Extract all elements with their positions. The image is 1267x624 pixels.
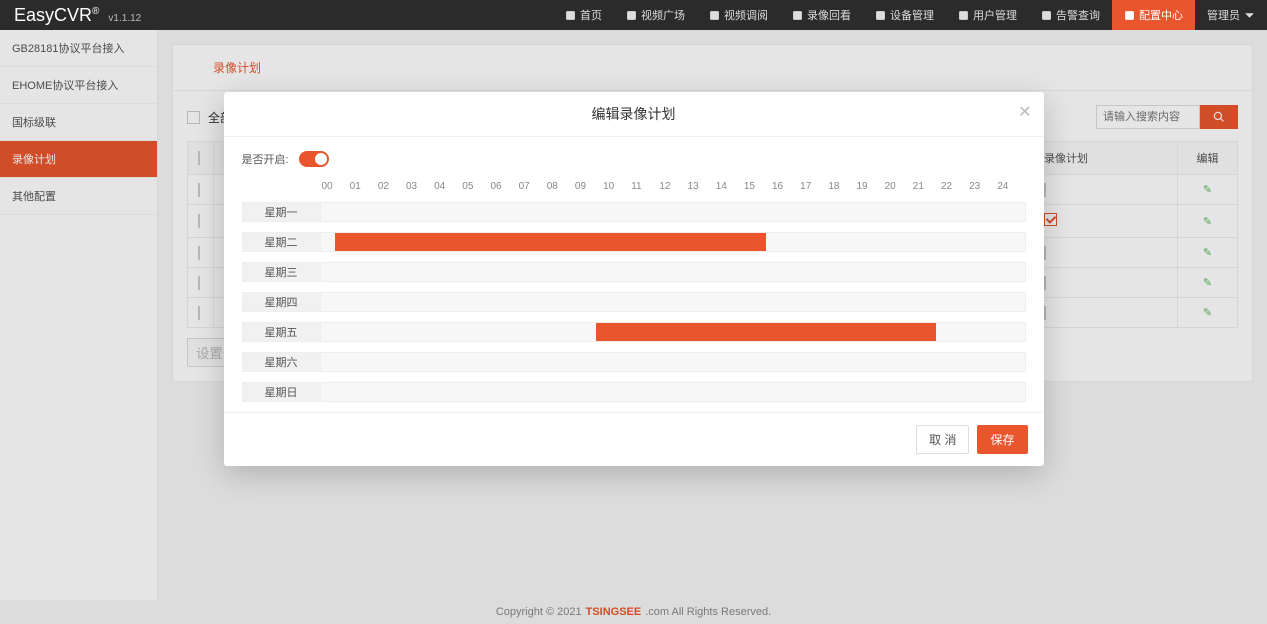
nav-item-label: 用户管理	[973, 7, 1017, 23]
day-row-4: 星期五	[242, 322, 1026, 342]
day-label: 星期四	[242, 292, 320, 312]
dashboard-icon	[565, 10, 576, 21]
modal-title: 编辑录像计划	[592, 106, 676, 122]
hour-tick: 00	[322, 181, 350, 192]
nav-item-label: 配置中心	[1139, 7, 1183, 23]
nav-item-label: 首页	[580, 7, 602, 23]
hour-tick: 11	[631, 181, 659, 192]
day-label: 星期六	[242, 352, 320, 372]
day-label: 星期五	[242, 322, 320, 342]
edit-plan-modal: 编辑录像计划 ✕ 是否开启: 0001020304050607080910111…	[224, 92, 1044, 466]
hour-tick: 05	[462, 181, 490, 192]
close-icon[interactable]: ✕	[1018, 102, 1031, 122]
enable-label: 是否开启:	[242, 151, 289, 167]
admin-dropdown[interactable]: 管理员	[1195, 0, 1267, 30]
hour-tick: 13	[688, 181, 716, 192]
hour-tick: 14	[716, 181, 744, 192]
time-segment[interactable]	[335, 233, 766, 251]
admin-label: 管理员	[1207, 7, 1240, 23]
app-logo: EasyCVR® v1.1.12	[0, 5, 155, 26]
time-segment[interactable]	[596, 323, 936, 341]
day-track[interactable]	[320, 352, 1026, 372]
hour-tick: 20	[885, 181, 913, 192]
nav-item-6[interactable]: 告警查询	[1029, 0, 1112, 30]
cancel-button[interactable]: 取 消	[916, 425, 969, 454]
nav-item-label: 录像回看	[807, 7, 851, 23]
save-button[interactable]: 保存	[977, 425, 1027, 454]
gear-icon	[1124, 10, 1135, 21]
day-track[interactable]	[320, 322, 1026, 342]
nav-item-0[interactable]: 首页	[553, 0, 614, 30]
monitor-icon	[709, 10, 720, 21]
day-row-1: 星期二	[242, 232, 1026, 252]
chevron-down-icon	[1244, 10, 1255, 21]
modal-overlay[interactable]: 编辑录像计划 ✕ 是否开启: 0001020304050607080910111…	[0, 30, 1267, 624]
hour-tick: 12	[659, 181, 687, 192]
hour-tick: 04	[434, 181, 462, 192]
nav-item-3[interactable]: 录像回看	[780, 0, 863, 30]
day-label: 星期一	[242, 202, 320, 222]
hour-tick: 18	[828, 181, 856, 192]
day-row-6: 星期日	[242, 382, 1026, 402]
hour-tick: 09	[575, 181, 603, 192]
user-icon	[958, 10, 969, 21]
day-row-5: 星期六	[242, 352, 1026, 372]
hour-tick: 16	[772, 181, 800, 192]
day-track[interactable]	[320, 262, 1026, 282]
hour-tick: 24	[997, 181, 1025, 192]
app-version: v1.1.12	[108, 13, 141, 24]
hour-tick: 10	[603, 181, 631, 192]
hour-tick: 23	[969, 181, 997, 192]
hour-tick: 19	[856, 181, 884, 192]
day-row-0: 星期一	[242, 202, 1026, 222]
day-label: 星期三	[242, 262, 320, 282]
day-row-2: 星期三	[242, 262, 1026, 282]
day-track[interactable]	[320, 382, 1026, 402]
day-track[interactable]	[320, 292, 1026, 312]
hour-tick: 03	[406, 181, 434, 192]
nav-item-7[interactable]: 配置中心	[1112, 0, 1195, 30]
nav-item-label: 告警查询	[1056, 7, 1100, 23]
hour-scale: 0001020304050607080910111213141516171819…	[322, 181, 1026, 192]
day-track[interactable]	[320, 232, 1026, 252]
nav-item-label: 设备管理	[890, 7, 934, 23]
hour-tick: 01	[350, 181, 378, 192]
day-row-3: 星期四	[242, 292, 1026, 312]
hour-tick: 17	[800, 181, 828, 192]
bell-icon	[1041, 10, 1052, 21]
hour-tick: 08	[547, 181, 575, 192]
enable-row: 是否开启:	[242, 151, 1026, 167]
hour-tick: 07	[519, 181, 547, 192]
app-name: EasyCVR	[14, 5, 92, 25]
enable-toggle[interactable]	[299, 151, 329, 167]
nav-item-1[interactable]: 视频广场	[614, 0, 697, 30]
play-icon	[626, 10, 637, 21]
schedule-grid: 0001020304050607080910111213141516171819…	[242, 181, 1026, 406]
bars-icon	[875, 10, 886, 21]
nav-item-2[interactable]: 视频调阅	[697, 0, 780, 30]
film-icon	[792, 10, 803, 21]
hour-tick: 06	[490, 181, 518, 192]
day-label: 星期日	[242, 382, 320, 402]
modal-header: 编辑录像计划 ✕	[224, 92, 1044, 137]
hour-tick: 22	[941, 181, 969, 192]
day-label: 星期二	[242, 232, 320, 252]
hour-tick: 15	[744, 181, 772, 192]
nav-item-label: 视频广场	[641, 7, 685, 23]
day-track[interactable]	[320, 202, 1026, 222]
hour-tick: 02	[378, 181, 406, 192]
hour-tick: 21	[913, 181, 941, 192]
nav-item-5[interactable]: 用户管理	[946, 0, 1029, 30]
nav-item-label: 视频调阅	[724, 7, 768, 23]
nav-item-4[interactable]: 设备管理	[863, 0, 946, 30]
modal-footer: 取 消 保存	[224, 412, 1044, 466]
topbar: EasyCVR® v1.1.12 首页 视频广场 视频调阅 录像回看 设备管理 用户管理 告…	[0, 0, 1267, 30]
